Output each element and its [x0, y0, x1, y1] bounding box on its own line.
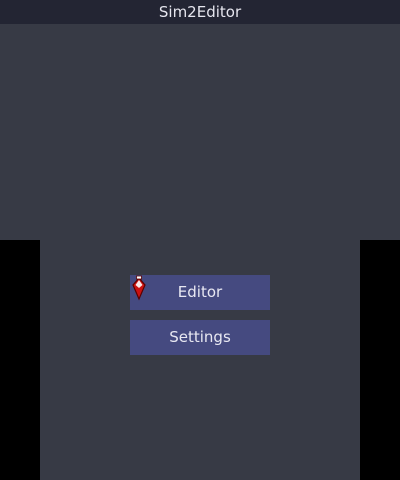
cursor-pointer-icon [132, 275, 146, 301]
top-screen: Sim2Editor [0, 0, 400, 240]
bottom-screen: Editor Settings [40, 240, 360, 480]
editor-button[interactable]: Editor [130, 275, 270, 310]
app-title: Sim2Editor [0, 0, 400, 24]
settings-button[interactable]: Settings [130, 320, 270, 355]
